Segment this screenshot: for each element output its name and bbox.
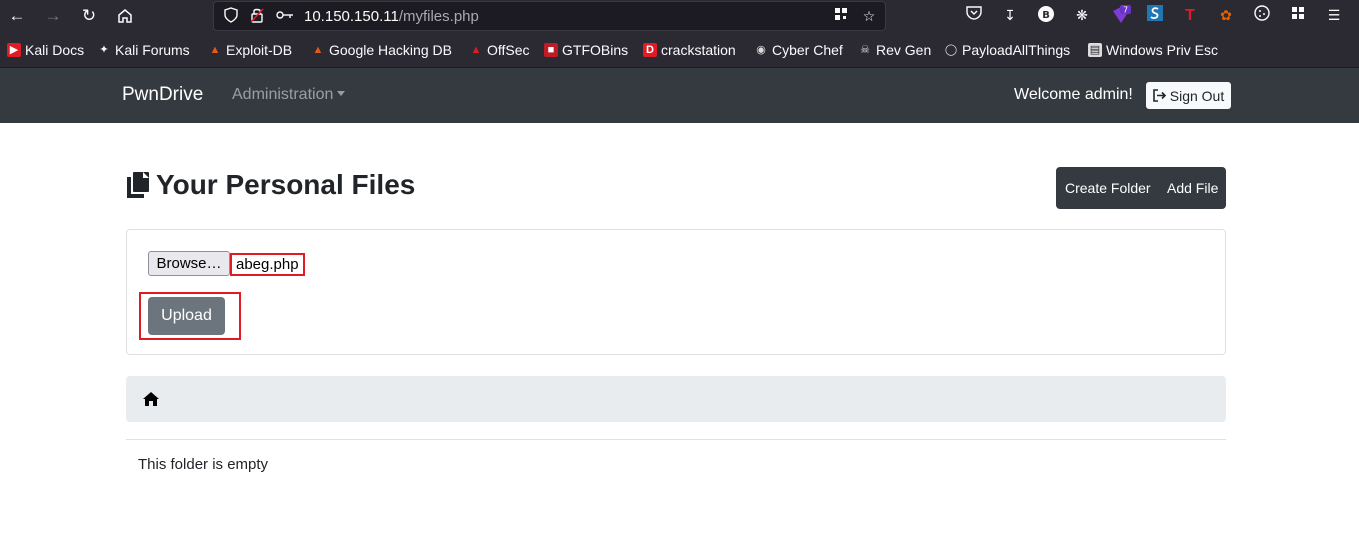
exploit-db-icon: ▲ xyxy=(209,44,221,56)
sign-out-label: Sign Out xyxy=(1169,87,1225,104)
pocket-icon[interactable] xyxy=(964,5,984,25)
bookmark-label: PayloadAllThings xyxy=(962,42,1071,58)
bookmark-gtfobins[interactable]: ■ GTFOBins xyxy=(544,41,628,59)
bookmark-label: Kali Forums xyxy=(115,42,190,58)
url-text[interactable]: 10.150.150.11/myfiles.php xyxy=(304,8,479,25)
skull-icon: ☠ xyxy=(860,44,870,56)
extension-bug-icon[interactable]: ❋ xyxy=(1072,5,1092,25)
extension-badge-count: 7 xyxy=(1123,6,1128,15)
home-icon[interactable] xyxy=(113,4,137,28)
page-title-text: Your Personal Files xyxy=(156,169,416,200)
add-file-button[interactable]: Add File xyxy=(1167,180,1218,196)
welcome-text: Welcome admin! xyxy=(1014,86,1133,103)
github-icon: ◯ xyxy=(944,44,958,56)
bookmarks-bar: ▶ Kali Docs ✦ Kali Forums ▲ Exploit-DB ▲ Goo… xyxy=(0,32,1359,68)
bookmark-label: Cyber Chef xyxy=(772,42,843,58)
download-icon[interactable]: ↧ xyxy=(1000,5,1020,25)
selected-file-name: abeg.php xyxy=(230,253,305,276)
brand-link[interactable]: PwnDrive xyxy=(122,84,203,106)
create-folder-button[interactable]: Create Folder xyxy=(1065,180,1151,196)
svg-text:B: B xyxy=(1042,10,1050,21)
hamburger-menu-icon[interactable]: ☰ xyxy=(1324,5,1344,25)
caret-down-icon xyxy=(337,91,346,97)
bookmark-label: crackstation xyxy=(661,42,736,58)
bookmark-label: Google Hacking DB xyxy=(329,42,452,58)
breadcrumb xyxy=(126,376,1226,422)
url-bar[interactable]: 10.150.150.11/myfiles.php ☆ xyxy=(213,1,886,31)
upload-card: Browse… abeg.php Upload xyxy=(126,229,1226,355)
empty-folder-message: This folder is empty xyxy=(138,456,269,473)
page-title: Your Personal Files xyxy=(126,169,415,201)
extension-s-icon[interactable] xyxy=(1145,5,1165,25)
divider xyxy=(126,439,1226,440)
forward-arrow-icon[interactable]: → xyxy=(41,4,65,28)
cyber-chef-icon: ◉ xyxy=(756,44,766,56)
crackstation-icon: D xyxy=(643,43,657,57)
bookmark-offsec[interactable]: ▲ OffSec xyxy=(469,41,530,59)
extensions-icon[interactable] xyxy=(1288,5,1308,25)
qr-code-icon[interactable] xyxy=(832,7,850,25)
ghdb-icon: ▲ xyxy=(312,44,324,56)
key-icon[interactable] xyxy=(276,7,294,25)
bookmark-kali-forums[interactable]: ✦ Kali Forums xyxy=(97,41,190,59)
bookmark-kali-docs[interactable]: ▶ Kali Docs xyxy=(7,41,84,59)
url-path: /myfiles.php xyxy=(398,8,479,25)
home-icon[interactable] xyxy=(142,391,160,407)
site-navbar: PwnDrive Administration Welcome admin! S… xyxy=(0,68,1359,123)
browse-button[interactable]: Browse… xyxy=(148,251,230,276)
file-actions-group: Create Folder Add File xyxy=(1056,167,1226,209)
bookmark-label: OffSec xyxy=(487,42,530,58)
kali-forums-icon: ✦ xyxy=(99,44,109,56)
bookmark-cyber-chef[interactable]: ◉ Cyber Chef xyxy=(754,41,843,59)
back-arrow-icon[interactable]: ← xyxy=(5,4,29,28)
star-icon[interactable]: ☆ xyxy=(860,7,878,25)
url-host: 10.150.150.11 xyxy=(304,8,399,25)
extension-t-icon[interactable]: T xyxy=(1180,5,1200,25)
bookmark-label: Rev Gen xyxy=(876,42,932,58)
extension-b-icon[interactable]: B xyxy=(1036,5,1056,25)
bookmark-label: Kali Docs xyxy=(25,42,85,58)
bookmark-exploit-db[interactable]: ▲ Exploit-DB xyxy=(208,41,293,59)
extension-fox-icon[interactable]: ✿ xyxy=(1216,5,1236,25)
shield-icon[interactable] xyxy=(222,7,240,25)
kali-docs-icon: ▶ xyxy=(7,43,21,57)
bookmark-payloadallthings[interactable]: ◯ PayloadAllThings xyxy=(944,41,1070,59)
reload-icon[interactable]: ↻ xyxy=(77,4,101,28)
bookmark-rev-gen[interactable]: ☠ Rev Gen xyxy=(858,41,931,59)
gtfobins-icon: ■ xyxy=(544,43,558,57)
upload-button[interactable]: Upload xyxy=(148,297,225,335)
bookmark-crackstation[interactable]: Dcrackstation xyxy=(643,41,736,59)
files-icon xyxy=(127,172,149,198)
browser-toolbar: ← → ↻ 10.150.150.11/myfiles.php ☆ ↧ B ❋ … xyxy=(0,0,1359,32)
offsec-icon: ▲ xyxy=(470,44,482,56)
administration-dropdown[interactable]: Administration xyxy=(232,86,346,104)
administration-label: Administration xyxy=(232,86,334,103)
bookmark-label: Windows Priv Esc xyxy=(1106,42,1219,58)
cookie-icon[interactable] xyxy=(1252,5,1272,25)
sign-out-button[interactable]: Sign Out xyxy=(1146,82,1231,109)
bookmark-windows-priv-esc[interactable]: ▤ Windows Priv Esc xyxy=(1088,41,1218,59)
bookmark-label: GTFOBins xyxy=(562,42,629,58)
sign-out-icon xyxy=(1152,89,1166,102)
insecure-lock-icon[interactable] xyxy=(248,7,266,25)
bookmark-ghdb[interactable]: ▲ Google Hacking DB xyxy=(311,41,452,59)
extension-badge-icon[interactable]: 7 xyxy=(1110,5,1131,25)
bookmark-label: Exploit-DB xyxy=(226,42,293,58)
windows-priv-esc-icon: ▤ xyxy=(1088,43,1102,57)
